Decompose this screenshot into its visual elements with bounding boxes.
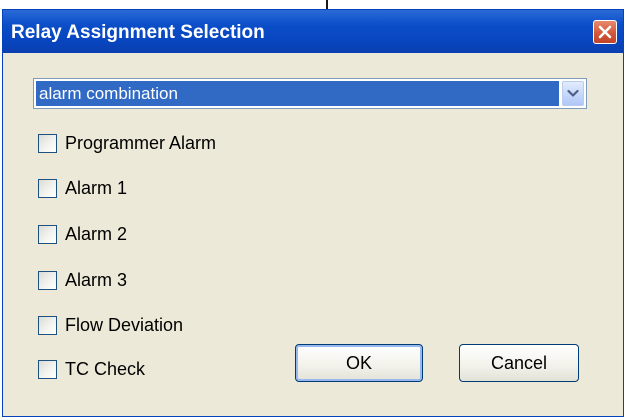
checkbox-label: Programmer Alarm [65, 132, 217, 153]
relay-assignment-dialog: Relay Assignment Selection alarm combina… [2, 9, 624, 417]
ok-button[interactable]: OK [295, 344, 423, 382]
ok-button-label: OK [345, 352, 372, 373]
checkbox-box[interactable] [38, 359, 57, 379]
window-title: Relay Assignment Selection [11, 22, 265, 43]
checkbox-box[interactable] [38, 315, 57, 335]
cancel-button-label: Cancel [490, 352, 548, 373]
relay-combo-box[interactable]: alarm combination [33, 78, 587, 109]
background-divider [326, 0, 328, 9]
combo-dropdown-button[interactable] [562, 81, 584, 106]
checkbox-alarm-1[interactable]: Alarm 1 [38, 176, 127, 200]
checkbox-flow-deviation[interactable]: Flow Deviation [38, 313, 183, 337]
checkbox-programmer-alarm[interactable]: Programmer Alarm [38, 131, 216, 155]
combo-selected-value[interactable]: alarm combination [36, 81, 559, 106]
checkbox-tc-check[interactable]: TC Check [38, 357, 145, 381]
checkbox-label: Alarm 2 [65, 223, 128, 244]
checkbox-alarm-3[interactable]: Alarm 3 [38, 268, 127, 292]
checkbox-alarm-2[interactable]: Alarm 2 [38, 222, 127, 246]
title-bar[interactable]: Relay Assignment Selection [3, 10, 623, 53]
checkbox-label: Flow Deviation [65, 314, 184, 335]
checkbox-label: TC Check [65, 358, 146, 379]
checkbox-box[interactable] [38, 270, 57, 290]
dialog-body: alarm combination Programmer Alarm Alarm… [3, 53, 623, 416]
close-icon [598, 25, 612, 39]
checkbox-box[interactable] [38, 178, 57, 198]
close-button[interactable] [593, 20, 617, 44]
checkbox-label: Alarm 1 [65, 177, 128, 198]
checkbox-label: Alarm 3 [65, 269, 128, 290]
cancel-button[interactable]: Cancel [459, 344, 579, 382]
checkbox-box[interactable] [38, 224, 57, 244]
checkbox-box[interactable] [38, 133, 57, 153]
chevron-down-icon [567, 89, 579, 97]
